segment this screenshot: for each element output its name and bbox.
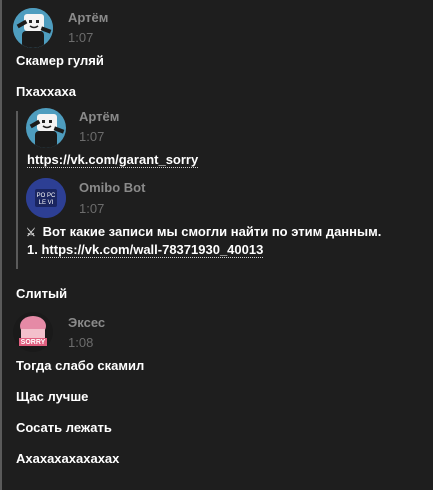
message-text: Слитый <box>16 286 68 301</box>
message-author[interactable]: Артём <box>68 10 108 25</box>
message-text: Щас лучше <box>16 389 89 404</box>
bot-message-line: 1. https://vk.com/wall-78371930_40013 <box>27 242 264 258</box>
message-author[interactable]: Артём <box>79 109 119 124</box>
message-time: 1:08 <box>68 335 94 350</box>
message-text: Пхаххаха <box>16 84 76 99</box>
omibo-bot-avatar: PO PC LE VI <box>26 178 66 218</box>
marshmello-dab-avatar <box>26 108 66 148</box>
user-avatar[interactable]: SORRY <box>13 312 53 352</box>
message-time: 1:07 <box>79 201 105 216</box>
forwarded-messages[interactable]: Артём 1:07 https://vk.com/garant_sorry P… <box>16 108 421 269</box>
crossed-swords-icon: ⚔ <box>26 227 36 239</box>
message-text: Сосать лежать <box>16 420 112 435</box>
message-time: 1:07 <box>68 30 94 45</box>
bot-message-text: Вот какие записи мы смогли найти по этим… <box>42 224 382 239</box>
sorry-anime-avatar: SORRY <box>13 312 53 352</box>
svg-text:PO PC: PO PC <box>37 193 56 199</box>
message-text: Тогда слабо скамил <box>16 358 145 373</box>
user-avatar[interactable] <box>13 8 53 48</box>
message-time: 1:07 <box>79 129 105 144</box>
bot-message-line: ⚔ Вот какие записи мы смогли найти по эт… <box>26 224 381 239</box>
svg-text:SORRY: SORRY <box>21 339 46 346</box>
user-avatar[interactable] <box>26 108 66 148</box>
message-author[interactable]: Omibo Bot <box>79 180 145 195</box>
message-text: Ахахахахахахах <box>16 451 120 466</box>
message-link[interactable]: https://vk.com/garant_sorry <box>27 152 199 168</box>
message-link[interactable]: https://vk.com/wall-78371930_40013 <box>41 242 264 258</box>
marshmello-dab-avatar <box>13 8 53 48</box>
list-number: 1. <box>27 242 38 257</box>
message-author[interactable]: Эксес <box>68 315 105 330</box>
svg-text:LE VI: LE VI <box>39 200 54 206</box>
chat-thread: Артём 1:07 Скамер гуляй Пхаххаха Артём 1… <box>0 0 433 490</box>
bot-avatar[interactable]: PO PC LE VI <box>26 178 66 218</box>
message-text: Скамер гуляй <box>16 53 104 68</box>
